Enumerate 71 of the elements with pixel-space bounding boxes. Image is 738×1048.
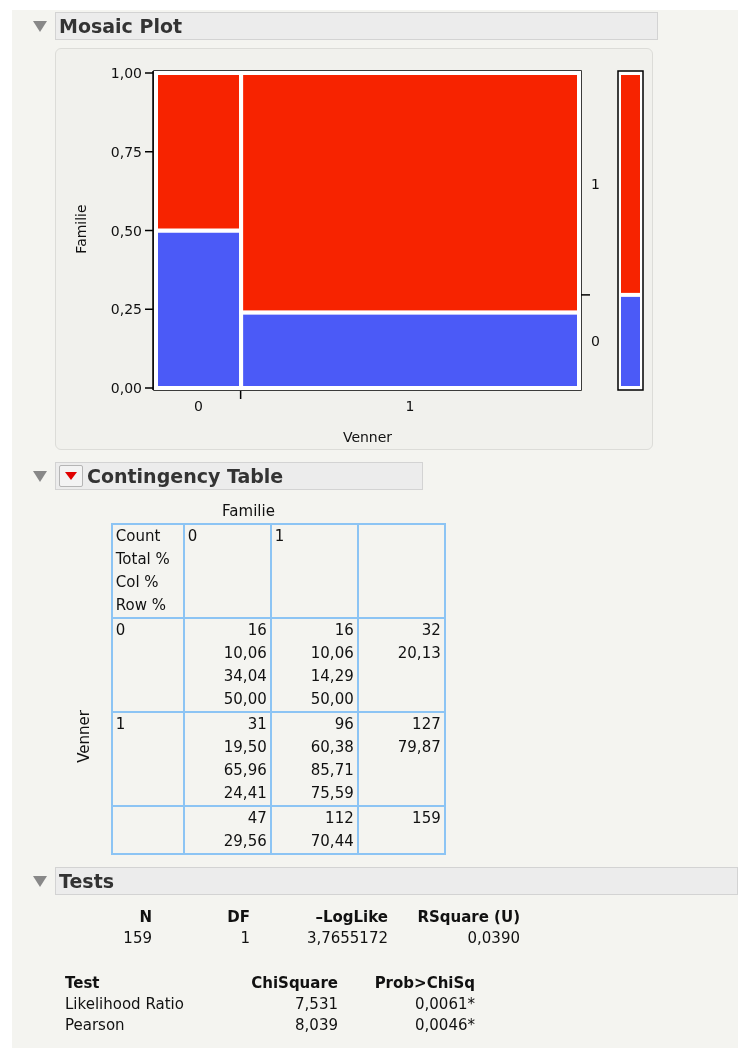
cell-value: 34,04	[222, 666, 267, 687]
cell-value: 16	[333, 620, 354, 641]
table-cell-text: Pearson	[65, 1015, 126, 1036]
axis-tick-label: 0,00	[110, 380, 142, 396]
row-variable-label: Venner	[73, 709, 94, 763]
cell-value: 70,44	[309, 831, 354, 852]
column-variable-label: Familie	[221, 501, 276, 522]
cell-value: 79,87	[396, 737, 441, 758]
cell-value: 112	[324, 808, 354, 829]
cell-value: 14,29	[309, 666, 354, 687]
table-cell-text: Likelihood Ratio	[65, 994, 185, 1015]
column-header: RSquare (U)	[416, 907, 520, 928]
cell-value: Count	[115, 526, 162, 547]
cell-value: 24,41	[222, 783, 267, 804]
table-cell-text: 0,0046*	[414, 1015, 475, 1036]
section-title: Contingency Table	[87, 463, 284, 489]
cell-value: 10,06	[309, 643, 354, 664]
column-header: DF	[226, 907, 250, 928]
disclosure-icon[interactable]	[33, 875, 47, 887]
column-header: ChiSquare	[250, 973, 338, 994]
cell-value: 127	[411, 714, 441, 735]
cell-value: 20,13	[396, 643, 441, 664]
axis-tick-label: 1,00	[110, 65, 142, 81]
cell-value: 19,50	[222, 737, 267, 758]
column-header: Test	[65, 973, 101, 994]
axis-tick-label: 1	[405, 398, 415, 414]
cell-value: Col %	[115, 572, 160, 593]
axis-tick-label: 0,50	[110, 222, 142, 239]
cell-value: 96	[333, 714, 354, 735]
cell-value: 29,56	[222, 831, 267, 852]
cell-value: 65,96	[222, 760, 267, 781]
table-cell-text: 159	[122, 928, 152, 949]
cell-value: Row %	[115, 595, 167, 616]
column-header: –LogLike	[314, 907, 388, 928]
menu-button[interactable]	[59, 465, 83, 487]
table-cell-text: 8,039	[294, 1015, 338, 1036]
axis-title: Venner	[342, 429, 393, 445]
caret-icon	[65, 472, 77, 480]
column-header: Prob>ChiSq	[373, 973, 475, 994]
axis-tick-label: 0	[194, 398, 204, 414]
cell-value: 16	[246, 620, 267, 641]
axis-tick-label: 0,75	[110, 143, 142, 160]
cell-value: 31	[246, 714, 267, 735]
axis-tick-label: 0,25	[110, 301, 142, 318]
cell-value: 0	[187, 526, 199, 547]
column-header: N	[138, 907, 152, 928]
section-title: Mosaic Plot	[59, 13, 183, 39]
legend-label: 0	[591, 333, 600, 350]
cell-value: 47	[246, 808, 267, 829]
cell-value: 50,00	[222, 689, 267, 710]
section-title: Tests	[59, 868, 115, 894]
cell-value: 75,59	[309, 783, 354, 804]
cell-value: 60,38	[309, 737, 354, 758]
cell-value: 10,06	[222, 643, 267, 664]
table-cell-text: 7,531	[294, 994, 338, 1015]
cell-value: 1	[274, 526, 286, 547]
table-cell-text: 0,0390	[466, 928, 520, 949]
disclosure-icon[interactable]	[33, 470, 47, 482]
table-cell-text: 1	[239, 928, 250, 949]
legend-label: 1	[591, 175, 600, 192]
cell-value: 85,71	[309, 760, 354, 781]
table-cell-text: 3,7655172	[305, 928, 388, 949]
cell-value: 50,00	[309, 689, 354, 710]
cell-value: 0	[115, 620, 127, 641]
axis-title: Familie	[73, 204, 89, 254]
cell-value: 159	[411, 808, 441, 829]
cell-value: Total %	[115, 549, 171, 570]
table-cell-text: 0,0061*	[414, 994, 475, 1015]
cell-value: 1	[115, 714, 127, 735]
disclosure-icon[interactable]	[33, 20, 47, 32]
cell-value: 32	[420, 620, 441, 641]
